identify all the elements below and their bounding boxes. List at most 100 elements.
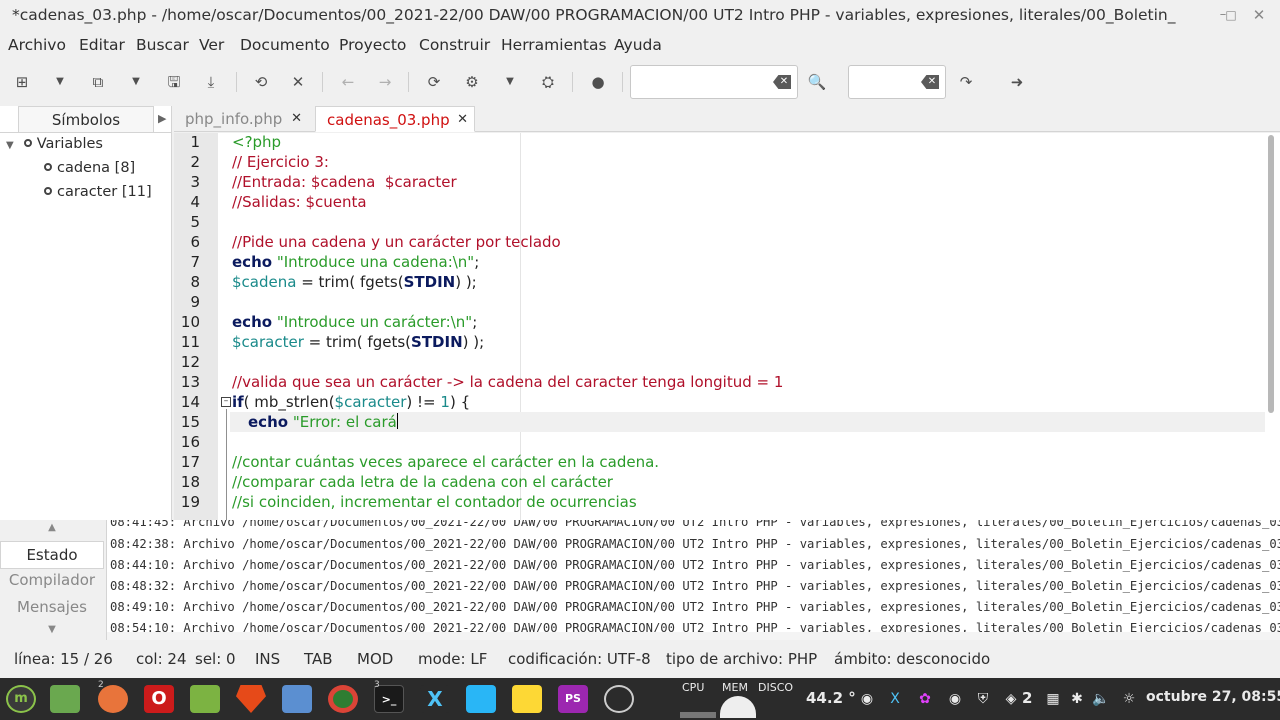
obs-tray-icon[interactable]: ◉ [946,690,964,708]
new-file-icon[interactable]: ⊞ [10,70,34,94]
symbols-sidebar: Símbolos ▶ ▼ Variables cadena [8] caracte… [0,106,172,520]
tree-item-cadena[interactable]: cadena [8] [44,160,135,176]
toolbar-separator [622,72,623,92]
build-dropdown-icon[interactable]: ▼ [498,70,522,94]
save-icon[interactable]: 🖫 [162,70,186,94]
tree-node-variables[interactable]: ▼ Variables [6,136,103,152]
maximize-icon[interactable]: □ [1222,6,1240,24]
code-editor[interactable]: – 1 2 3 4 5 6 7 8 9 10 11 12 13 14 15 16 17 18 19 <?php //… [174,133,1280,520]
punctuation: ; [472,313,478,331]
tree-label-variables: Variables [36,136,103,152]
tab-estado[interactable]: Estado [0,541,104,569]
phpstorm-icon[interactable]: PS [558,685,588,713]
comment: //contar cuántas veces aparece el caráct… [232,453,660,471]
string: "Introduce una cadena:\n" [272,253,475,271]
menu-bar: Archivo Editar Buscar Ver Documento Proy… [0,32,1280,60]
build-gear-icon[interactable]: ⚙ [460,70,484,94]
goto-line-icon[interactable]: ↷ [954,70,978,94]
menu-documento[interactable]: Documento [240,36,330,54]
menu-archivo[interactable]: Archivo [8,36,66,54]
color-picker-icon[interactable]: ● [586,70,610,94]
comment: //valida que sea un carácter -> la caden… [232,373,784,391]
clock[interactable]: octubre 27, 08:55 [1146,689,1280,705]
xampp-icon[interactable]: X [420,685,450,713]
flameshot-tray-icon[interactable]: ✿ [916,690,934,708]
open-recent-dropdown-icon[interactable]: ▼ [124,70,148,94]
close-file-icon[interactable]: ✕ [286,70,310,94]
tree-item-caracter[interactable]: caracter [11] [44,184,152,200]
xampp-tray-icon[interactable]: X [886,690,904,708]
status-log[interactable]: 08:41:45: Archivo /home/oscar/Documentos… [106,520,1280,640]
quit-icon[interactable]: ➜ [1005,70,1029,94]
clear-goto-icon[interactable]: ✕ [921,75,939,89]
chrome-icon[interactable] [328,685,358,713]
editor-vertical-scrollbar[interactable] [1268,135,1274,413]
menu-ayuda[interactable]: Ayuda [614,36,662,54]
workspace-count[interactable]: 2 [1022,689,1032,707]
status-scope: ámbito: desconocido [834,650,991,668]
tab-symbols[interactable]: Símbolos [18,106,154,132]
opera-icon[interactable]: O [144,685,174,713]
cpu-label: CPU [682,681,705,694]
code-line-13: //valida que sea un carácter -> la caden… [232,373,783,391]
menu-editar[interactable]: Editar [79,36,125,54]
settings-tray-icon[interactable]: ◉ [858,690,876,708]
files-icon[interactable] [190,685,220,713]
menu-proyecto[interactable]: Proyecto [339,36,406,54]
geany-icon[interactable] [512,685,542,713]
code-line-6: //Pide una cadena y un carácter por tecl… [232,233,561,251]
system-monitor-icon[interactable] [466,685,496,713]
close-tab-icon[interactable]: ✕ [457,107,468,133]
tab-compilador[interactable]: Compilador [0,571,104,589]
line-number: 12 [180,353,200,371]
scroll-down-icon[interactable]: ▼ [0,624,104,635]
close-tab-icon[interactable]: ✕ [291,106,302,132]
goto-line-field[interactable]: ✕ [848,65,946,99]
execute-icon[interactable]: ⛭ [536,70,560,94]
status-encoding: codificación: UTF-8 [508,650,651,668]
show-desktop-icon[interactable] [50,685,80,713]
tab-cadenas-03[interactable]: cadenas_03.php ✕ [315,106,475,132]
shield-icon[interactable]: ⛨ [974,690,992,708]
menu-buscar[interactable]: Buscar [136,36,189,54]
menu-herramientas[interactable]: Herramientas [501,36,607,54]
search-field[interactable]: ✕ [630,65,798,99]
network-tray-icon[interactable]: ◈ [1002,690,1020,708]
search-icon[interactable]: 🔍 [805,70,829,94]
clear-search-icon[interactable]: ✕ [773,75,791,89]
volume-icon[interactable]: 🔈 [1092,690,1110,708]
expander-icon[interactable]: ▼ [6,140,14,151]
forward-icon[interactable]: → [373,70,397,94]
string: "Error: el cará [288,413,397,431]
brightness-icon[interactable]: ☼ [1120,690,1138,708]
log-horizontal-scrollbar[interactable] [107,632,1280,640]
comment: //Salidas: $cuenta [232,193,367,211]
toolbar-separator [236,72,237,92]
code-line-18: //comparar cada letra de la cadena con e… [232,473,613,491]
save-all-icon[interactable]: ⤓ [199,70,223,94]
fold-collapse-icon[interactable]: – [221,397,231,407]
revert-icon[interactable]: ⟲ [249,70,273,94]
line-number: 10 [180,313,200,331]
brave-icon[interactable] [236,685,266,713]
open-file-icon[interactable]: ⧉ [86,70,110,94]
line-number: 9 [190,293,200,311]
tab-mensajes[interactable]: Mensajes [0,598,104,616]
back-icon[interactable]: ← [336,70,360,94]
tab-php-info[interactable]: php_info.php ✕ [174,106,308,132]
mem-graph-fill [720,696,756,718]
code-text: ) { [449,393,471,411]
bluetooth-icon[interactable]: ✱ [1068,690,1086,708]
clock-app-icon[interactable] [604,685,634,713]
reload-icon[interactable]: ⟳ [422,70,446,94]
network-icon[interactable] [282,685,312,713]
code-line-15: echo "Error: el cará [248,413,398,431]
mint-menu-icon[interactable]: m [6,685,36,713]
sidebar-tabs-arrow-icon[interactable]: ▶ [158,112,166,125]
scroll-up-icon[interactable]: ▲ [0,522,104,533]
menu-ver[interactable]: Ver [199,36,224,54]
close-icon[interactable]: ✕ [1250,6,1268,24]
menu-construir[interactable]: Construir [419,36,490,54]
new-file-dropdown-icon[interactable]: ▼ [48,70,72,94]
grid-icon[interactable]: ▦ [1044,690,1062,708]
